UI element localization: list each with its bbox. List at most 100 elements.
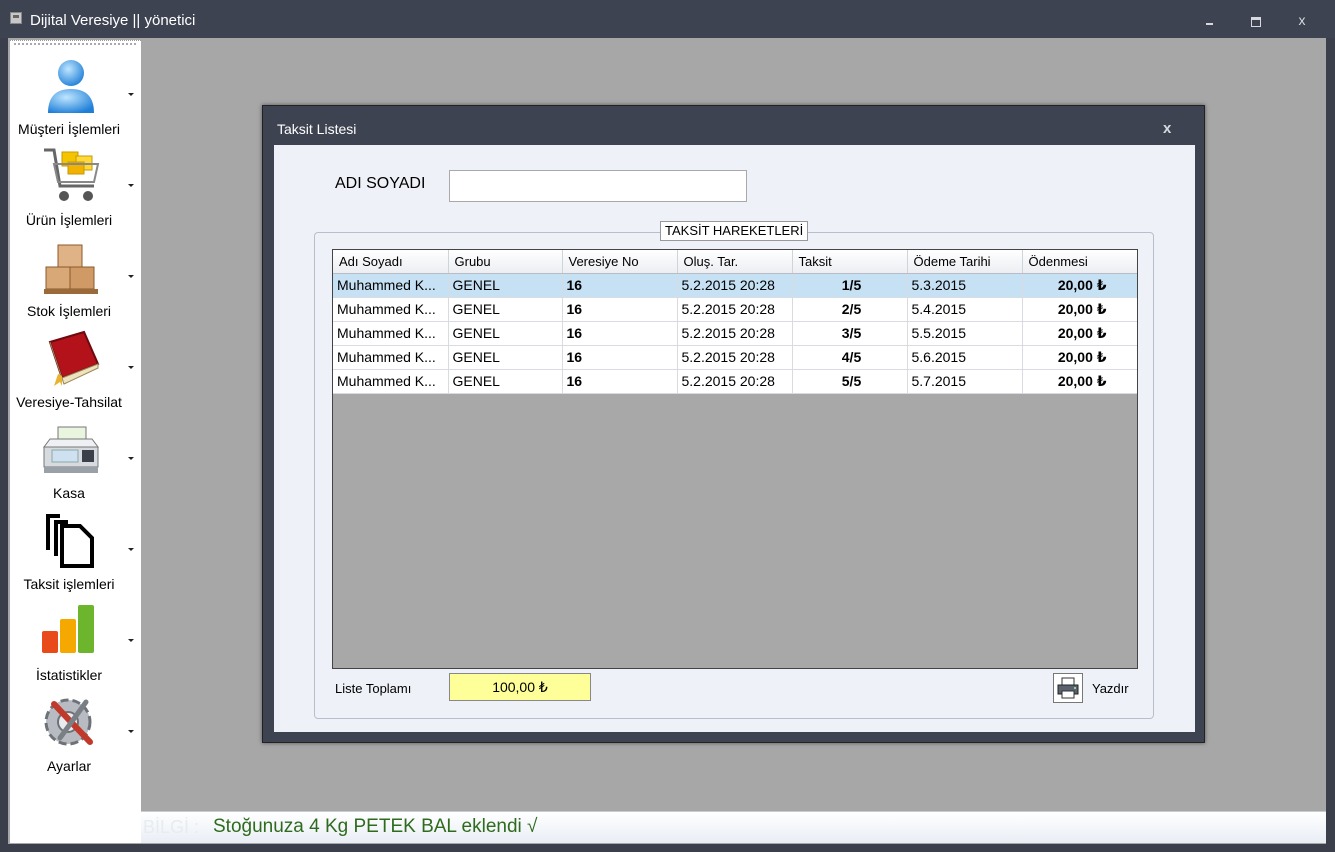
cell-payment-date: 5.7.2015 [907, 369, 1023, 394]
column-header[interactable]: Oluş. Tar. [677, 250, 793, 274]
installment-list-dialog: Taksit Listesi x ADI SOYADI TAKSİT HAREK… [262, 105, 1205, 743]
cell-name: Muhammed K... [333, 273, 449, 298]
table-row[interactable]: Muhammed K... GENEL 16 5.2.2015 20:28 2/5 5.4… [333, 297, 1137, 322]
documents-icon [46, 514, 94, 568]
cell-payment-date: 5.6.2015 [907, 345, 1023, 370]
sidebar-item-veresiye[interactable]: Veresiye-Tahsilat [10, 318, 141, 410]
sidebar-item-label: İstatistikler [35, 667, 103, 683]
cash-register-icon [43, 426, 99, 473]
dropdown-arrow-icon[interactable] [128, 366, 134, 369]
installment-grid[interactable]: Adı Soyadı Grubu Veresiye No Oluş. Tar. Taks… [332, 249, 1138, 669]
cell-group: GENEL [448, 321, 563, 346]
name-input[interactable] [449, 170, 747, 202]
sidebar-item-stok[interactable]: Stok İşlemleri [10, 227, 141, 319]
total-value: 100,00 ₺ [449, 673, 591, 701]
dropdown-arrow-icon[interactable] [128, 639, 134, 642]
cell-installment: 1/5 [792, 273, 908, 298]
cell-group: GENEL [448, 345, 563, 370]
cell-amount: 20,00 ₺ [1022, 345, 1137, 370]
sidebar-item-label: Kasa [53, 485, 85, 501]
dropdown-arrow-icon[interactable] [128, 457, 134, 460]
cell-payment-date: 5.4.2015 [907, 297, 1023, 322]
book-icon [48, 330, 100, 386]
sidebar-item-urun[interactable]: Ürün İşlemleri [10, 136, 141, 228]
settings-icon [44, 698, 93, 746]
sidebar-item-label: Taksit işlemleri [23, 576, 115, 592]
cell-name: Muhammed K... [333, 369, 449, 394]
cell-credit-no: 16 [562, 345, 678, 370]
sidebar-item-label: Stok İşlemleri [26, 303, 112, 319]
print-label[interactable]: Yazdır [1092, 681, 1129, 696]
status-bar: BİLGİ : Stoğunuza 4 Kg PETEK BAL eklendi… [141, 811, 1326, 843]
bar-chart-icon [42, 605, 94, 653]
dropdown-arrow-icon[interactable] [128, 184, 134, 187]
shopping-cart-icon [44, 148, 100, 201]
table-row[interactable]: Muhammed K... GENEL 16 5.2.2015 20:28 5/5 5.7… [333, 369, 1137, 394]
status-prefix: BİLGİ : [143, 817, 200, 837]
cell-payment-date: 5.5.2015 [907, 321, 1023, 346]
column-header[interactable]: Adı Soyadı [333, 250, 449, 274]
cell-created-date: 5.2.2015 20:28 [677, 369, 793, 394]
cell-amount: 20,00 ₺ [1022, 321, 1137, 346]
minimize-button[interactable] [1200, 10, 1220, 30]
cell-name: Muhammed K... [333, 321, 449, 346]
status-message: Stoğunuza 4 Kg PETEK BAL eklendi √ [213, 816, 538, 837]
maximize-button[interactable] [1246, 10, 1266, 30]
user-icon [48, 60, 94, 113]
dropdown-arrow-icon[interactable] [128, 275, 134, 278]
cell-group: GENEL [448, 273, 563, 298]
cell-installment: 3/5 [792, 321, 908, 346]
installment-table: Adı Soyadı Grubu Veresiye No Oluş. Tar. Taks… [333, 250, 1137, 394]
close-button[interactable]: x [1292, 10, 1312, 30]
cell-payment-date: 5.3.2015 [907, 273, 1023, 298]
sidebar-item-label: Veresiye-Tahsilat [16, 394, 122, 410]
printer-icon [1057, 677, 1079, 699]
column-header[interactable]: Veresiye No [562, 250, 678, 274]
dialog-body: ADI SOYADI TAKSİT HAREKETLERİ Adı Soyadı… [274, 145, 1195, 732]
table-row[interactable]: Muhammed K... GENEL 16 5.2.2015 20:28 3/5 5.5… [333, 321, 1137, 346]
cell-created-date: 5.2.2015 20:28 [677, 273, 793, 298]
app-icon [10, 12, 22, 24]
dropdown-arrow-icon[interactable] [128, 548, 134, 551]
name-label: ADI SOYADI [335, 175, 426, 192]
boxes-icon [44, 244, 98, 294]
cell-credit-no: 16 [562, 273, 678, 298]
cell-amount: 20,00 ₺ [1022, 369, 1137, 394]
dialog-close-button[interactable]: x [1163, 120, 1171, 137]
group-title: TAKSİT HAREKETLERİ [660, 221, 809, 241]
sidebar-item-ayarlar[interactable]: Ayarlar [10, 682, 141, 774]
cell-installment: 4/5 [792, 345, 908, 370]
cell-credit-no: 16 [562, 321, 678, 346]
table-header-row: Adı Soyadı Grubu Veresiye No Oluş. Tar. Taks… [333, 250, 1137, 274]
cell-created-date: 5.2.2015 20:28 [677, 297, 793, 322]
app-title: Dijital Veresiye || yönetici [30, 12, 196, 29]
column-header[interactable]: Ödeme Tarihi [907, 250, 1023, 274]
sidebar-item-musteri[interactable]: Müşteri İşlemleri [10, 45, 141, 137]
sidebar-item-label: Ayarlar [46, 758, 92, 774]
sidebar: Müşteri İşlemleri Ürün İşlemleri Stok İş… [10, 40, 141, 843]
sidebar-item-kasa[interactable]: Kasa [10, 409, 141, 501]
cell-created-date: 5.2.2015 20:28 [677, 321, 793, 346]
sidebar-item-label: Ürün İşlemleri [25, 212, 113, 228]
sidebar-item-taksit[interactable]: Taksit işlemleri [10, 500, 141, 592]
dialog-title: Taksit Listesi [277, 121, 357, 137]
cell-credit-no: 16 [562, 369, 678, 394]
column-header[interactable]: Taksit [792, 250, 908, 274]
cell-group: GENEL [448, 369, 563, 394]
cell-group: GENEL [448, 297, 563, 322]
column-header[interactable]: Grubu [448, 250, 563, 274]
dropdown-arrow-icon[interactable] [128, 730, 134, 733]
cell-name: Muhammed K... [333, 297, 449, 322]
table-row[interactable]: Muhammed K... GENEL 16 5.2.2015 20:28 4/5 5.6… [333, 345, 1137, 370]
cell-amount: 20,00 ₺ [1022, 297, 1137, 322]
table-row[interactable]: Muhammed K... GENEL 16 5.2.2015 20:28 1/5 5.3… [333, 273, 1137, 298]
column-header[interactable]: Ödenmesi [1022, 250, 1137, 274]
cell-amount: 20,00 ₺ [1022, 273, 1137, 298]
installment-movements-group: TAKSİT HAREKETLERİ Adı Soyadı Grubu Veresi… [314, 221, 1154, 719]
cell-credit-no: 16 [562, 297, 678, 322]
sidebar-item-label: Müşteri İşlemleri [18, 121, 120, 137]
table-body: Muhammed K... GENEL 16 5.2.2015 20:28 1/5 5.3… [333, 273, 1137, 394]
print-button[interactable] [1053, 673, 1083, 703]
dropdown-arrow-icon[interactable] [128, 93, 134, 96]
sidebar-item-istatistik[interactable]: İstatistikler [10, 591, 141, 683]
